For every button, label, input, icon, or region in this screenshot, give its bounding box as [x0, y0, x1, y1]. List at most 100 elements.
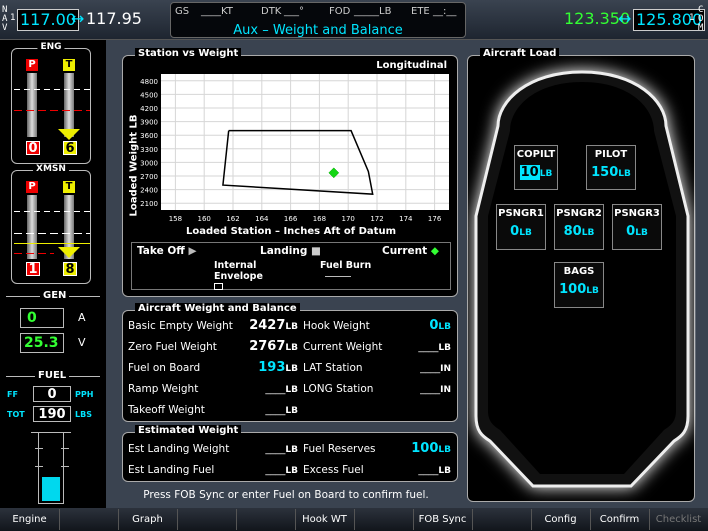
long-unit: IN — [440, 385, 451, 395]
legend-landing-icon: ■ — [311, 245, 321, 257]
psngr1-weight-value: 0 — [510, 224, 520, 239]
fuel-tick-1 — [35, 448, 43, 449]
softkey-12[interactable]: Checklist — [649, 510, 708, 529]
legend-envelope-icon — [214, 283, 223, 290]
lat-station: ____IN — [393, 360, 451, 375]
ff-unit: PPH — [75, 390, 94, 399]
tot-unit: LBS — [75, 410, 92, 419]
softkey-10[interactable]: Config — [531, 510, 590, 529]
seat-pilot[interactable]: PILOT 150LB — [586, 145, 636, 190]
gs-label: GS — [175, 6, 190, 17]
est-landing-weight-unit: LB — [285, 445, 298, 455]
y-tick-label: 3300 — [140, 146, 158, 154]
est-landing-weight-value: ____ — [265, 444, 286, 455]
softkey-11[interactable]: Confirm — [590, 510, 649, 529]
ramp-value: ____ — [265, 384, 286, 395]
softkey-separator — [413, 509, 414, 530]
xmsn-t-value: 8 — [63, 262, 77, 276]
nav-standby-frequency[interactable]: 117.95 — [86, 9, 142, 29]
softkey-9[interactable] — [472, 510, 531, 529]
current-unit: LB — [438, 343, 451, 353]
dtk-label: DTK — [261, 6, 282, 17]
x-tick-label: 172 — [370, 215, 383, 223]
seat-psngr2[interactable]: PSNGR2 80LB — [554, 204, 604, 250]
zero-fuel-unit: LB — [285, 343, 298, 353]
current-weight: ____LB — [393, 339, 451, 354]
psngr2-label: PSNGR2 — [556, 208, 602, 219]
fuel-level-fill — [42, 477, 60, 501]
x-axis-label: Loaded Station – Inches Aft of Datum — [186, 226, 396, 237]
seat-bags[interactable]: BAGS 100LB — [554, 262, 604, 308]
softkey-2[interactable] — [59, 510, 118, 529]
seat-copilot[interactable]: COPILT 10LB — [514, 145, 558, 190]
long-station: ____IN — [393, 381, 451, 396]
zero-fuel-weight: 2767LB — [243, 339, 298, 354]
eng-p-value: 0 — [26, 141, 40, 155]
psngr2-weight-unit: LB — [581, 228, 595, 238]
xmsn-limit-line — [14, 211, 90, 212]
nav-side-label: N A V — [2, 6, 10, 33]
softkey-8[interactable]: FOB Sync — [413, 510, 472, 529]
wb-title: Aircraft Weight and Balance — [135, 303, 300, 314]
est-title: Estimated Weight — [135, 425, 242, 436]
excess-fuel-value: ____ — [418, 465, 439, 476]
fuel-reserves[interactable]: 100LB — [393, 441, 451, 456]
lat-unit: IN — [440, 364, 451, 374]
nav-active-frequency[interactable]: 117.00 — [17, 9, 79, 31]
legend-fuel-burn-line-icon — [325, 276, 351, 277]
xmsn-t-pointer-icon — [58, 247, 80, 258]
com-sub-index: 1 — [689, 13, 695, 23]
softkey-6[interactable]: Hook WT — [295, 510, 354, 529]
hook-weight[interactable]: 0LB — [393, 318, 451, 333]
nav-sub-index: 1 — [10, 13, 16, 23]
x-tick-label: 158 — [169, 215, 182, 223]
station-weight-chart: 2100 2400 2700 3000 3300 3600 3900 4200 4500 4800… — [140, 74, 449, 223]
copilot-weight[interactable]: 10LB — [515, 165, 557, 180]
fuel-tick-2 — [61, 448, 69, 449]
station-weight-panel: Station vs Weight Longitudinal Loaded We… — [122, 48, 458, 297]
dtk-value: ___° — [284, 6, 304, 17]
x-tick-label: 162 — [226, 215, 239, 223]
softkey-1[interactable]: Engine — [0, 510, 59, 529]
psngr2-weight-value: 80 — [563, 224, 582, 239]
bags-weight-unit: LB — [586, 286, 599, 296]
fuel-reserves-value: 100 — [411, 441, 439, 456]
current-value: ____ — [418, 342, 439, 353]
chart-legend: Take Off ▶ Landing ■ Current ◆ Internal … — [131, 242, 451, 290]
legend-takeoff: Take Off ▶ — [137, 245, 197, 257]
softkey-4[interactable] — [177, 510, 236, 529]
y-tick-label: 4500 — [140, 91, 158, 99]
basic-empty-value: 2427 — [249, 318, 286, 333]
seat-psngr1[interactable]: PSNGR1 0LB — [496, 204, 546, 250]
tot-label: TOT — [7, 410, 25, 419]
seat-psngr3[interactable]: PSNGR3 0LB — [612, 204, 662, 250]
takeoff-value: ____ — [265, 405, 286, 416]
softkey-separator — [59, 509, 60, 530]
eng-title: ENG — [37, 42, 65, 52]
long-value: ____ — [420, 384, 441, 395]
softkey-separator — [590, 509, 591, 530]
com-swap-icon[interactable]: ↔ — [618, 9, 631, 29]
softkey-3[interactable]: Graph — [118, 510, 177, 529]
excess-fuel-unit: LB — [438, 466, 451, 476]
softkey-5[interactable] — [236, 510, 295, 529]
eng-redline — [14, 110, 90, 111]
eng-t-badge: T — [63, 59, 75, 71]
y-tick-label: 4200 — [140, 105, 158, 113]
eng-limit-line — [14, 89, 90, 90]
softkey-separator — [177, 509, 178, 530]
excess-fuel: ____LB — [393, 462, 451, 477]
softkey-separator — [118, 509, 119, 530]
legend-takeoff-icon: ▶ — [188, 245, 197, 257]
fob-weight[interactable]: 193LB — [243, 360, 298, 375]
nav-swap-icon[interactable]: ↔ — [71, 9, 84, 29]
copilot-label: COPILT — [516, 149, 556, 160]
softkey-7[interactable] — [354, 510, 413, 529]
xmsn-p-bar — [27, 195, 37, 259]
xmsn-yellow-line — [14, 243, 90, 244]
ete-label: ETE — [411, 6, 430, 17]
psngr1-label: PSNGR1 — [498, 208, 544, 219]
xmsn-title: XMSN — [33, 164, 69, 174]
psngr1-weight-unit: LB — [519, 228, 532, 238]
advisory-message: Press FOB Sync or enter Fuel on Board to… — [143, 489, 429, 501]
